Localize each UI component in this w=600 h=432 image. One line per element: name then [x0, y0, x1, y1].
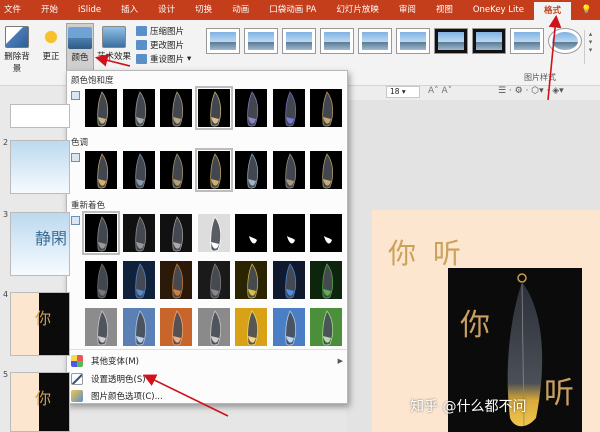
slide-number: 5 — [3, 370, 9, 379]
arrow-to-color-button — [94, 54, 131, 67]
annotation-arrows — [94, 14, 562, 417]
slide-thumbnail-text: 你 — [35, 309, 52, 328]
slide-thumbnail-text: 静閑 — [35, 229, 68, 248]
slide-thumbnail[interactable] — [10, 140, 70, 194]
slide-thumbnail[interactable] — [10, 104, 70, 128]
slide-number: 3 — [3, 210, 9, 219]
slide-thumbnail-text: 你 — [35, 389, 52, 408]
slide-thumbnail[interactable]: 你 — [10, 292, 70, 356]
arrow-to-format-tab — [547, 14, 562, 101]
slide-thumbnail[interactable]: 静閑 — [10, 212, 70, 276]
slide-thumbnail[interactable]: 你 — [10, 372, 70, 432]
watermark: 知乎 @什么都不问 — [410, 399, 527, 415]
arrow-to-set-transparent — [143, 374, 229, 417]
slide-number: 4 — [3, 290, 9, 299]
slide-number: 2 — [3, 138, 9, 147]
